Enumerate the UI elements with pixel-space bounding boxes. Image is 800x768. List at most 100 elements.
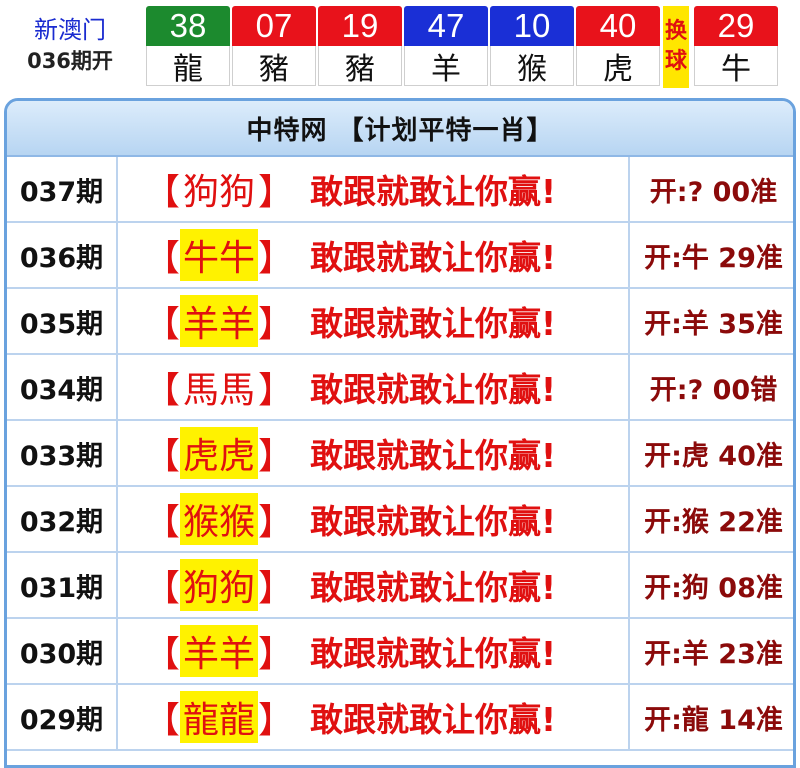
ball-number: 40	[576, 6, 660, 46]
swap-char-2: 球	[664, 49, 687, 74]
row-slogan: 敢跟就敢让你赢!	[310, 634, 557, 673]
bracket-close: 】	[258, 238, 295, 279]
row-pick: 猴猴	[180, 493, 259, 545]
special-ball: 29 牛	[694, 6, 778, 87]
row-pick: 龍龍	[180, 691, 259, 743]
row-result: 开:狗 08准	[644, 572, 783, 604]
row-pick: 狗狗	[183, 172, 256, 213]
bracket-open: 【	[144, 304, 181, 345]
bracket-open: 【	[144, 172, 181, 213]
row-prediction: 【猴猴】敢跟就敢让你赢!	[118, 487, 630, 551]
table-title: 中特网 【计划平特一肖】	[7, 101, 793, 157]
row-issue: 036期	[7, 223, 118, 287]
table-row: 030期【羊羊】敢跟就敢让你赢! 开:羊 23准	[7, 619, 793, 685]
row-result: 开:猴 22准	[644, 506, 783, 538]
row-pick: 羊羊	[180, 295, 259, 347]
bracket-open: 【	[144, 634, 181, 675]
bracket-close: 】	[258, 304, 295, 345]
row-slogan: 敢跟就敢让你赢!	[310, 700, 557, 739]
bracket-open: 【	[144, 568, 181, 609]
row-result: 开:羊 23准	[644, 638, 783, 670]
bracket-close: 】	[258, 568, 295, 609]
row-slogan: 敢跟就敢让你赢!	[310, 436, 557, 475]
row-pick: 虎虎	[180, 427, 259, 479]
table-row: 035期【羊羊】敢跟就敢让你赢! 开:羊 35准	[7, 289, 793, 355]
row-prediction: 【虎虎】敢跟就敢让你赢!	[118, 421, 630, 485]
draw-label: 新澳门 036期开	[4, 6, 136, 86]
row-result: 开:牛 29准	[644, 242, 783, 274]
table-row: 037期【狗狗】敢跟就敢让你赢! 开:? 00准	[7, 157, 793, 223]
prediction-table: 中特网 【计划平特一肖】 037期【狗狗】敢跟就敢让你赢! 开:? 00准 036期…	[4, 98, 796, 768]
row-slogan: 敢跟就敢让你赢!	[310, 238, 557, 277]
ball-4: 47 羊	[404, 6, 488, 87]
ball-number: 10	[490, 6, 574, 46]
swap-char-1: 换	[664, 19, 687, 44]
row-issue: 029期	[7, 685, 118, 749]
table-row: 031期【狗狗】敢跟就敢让你赢! 开:狗 08准	[7, 553, 793, 619]
row-slogan: 敢跟就敢让你赢!	[310, 370, 557, 409]
row-result: 开:虎 40准	[644, 440, 783, 472]
table-row: 029期【龍龍】敢跟就敢让你赢! 开:龍 14准	[7, 685, 793, 751]
ball-zodiac: 牛	[694, 46, 778, 87]
row-issue: 037期	[7, 157, 118, 221]
row-pick: 牛牛	[180, 229, 259, 281]
ball-number: 38	[146, 6, 230, 46]
row-prediction: 【馬馬】敢跟就敢让你赢!	[118, 355, 630, 419]
row-prediction: 【狗狗】敢跟就敢让你赢!	[118, 157, 630, 221]
row-prediction: 【狗狗】敢跟就敢让你赢!	[118, 553, 630, 617]
table-row: 036期【牛牛】敢跟就敢让你赢! 开:牛 29准	[7, 223, 793, 289]
row-issue: 031期	[7, 553, 118, 617]
bracket-open: 【	[144, 238, 181, 279]
bracket-close: 】	[258, 436, 295, 477]
swap-ball-label: 换 球	[663, 6, 689, 88]
bracket-close: 】	[258, 502, 295, 543]
table-row: 032期【猴猴】敢跟就敢让你赢! 开:猴 22准	[7, 487, 793, 553]
row-slogan: 敢跟就敢让你赢!	[310, 304, 557, 343]
row-prediction: 【羊羊】敢跟就敢让你赢!	[118, 619, 630, 683]
bracket-open: 【	[144, 700, 181, 741]
ball-zodiac: 虎	[576, 46, 660, 87]
row-issue: 033期	[7, 421, 118, 485]
ball-number: 07	[232, 6, 316, 46]
draw-issue: 036期开	[27, 49, 113, 73]
row-pick: 狗狗	[180, 559, 259, 611]
bracket-close: 】	[258, 700, 295, 741]
ball-zodiac: 羊	[404, 46, 488, 87]
ball-number: 47	[404, 6, 488, 46]
draw-result-header: 新澳门 036期开 38 龍 07 豬 19 豬 47 羊 10 猴 40 虎 …	[0, 0, 800, 92]
row-pick: 羊羊	[180, 625, 259, 677]
bracket-open: 【	[144, 436, 181, 477]
ball-zodiac: 豬	[232, 46, 316, 87]
row-slogan: 敢跟就敢让你赢!	[310, 172, 557, 211]
row-slogan: 敢跟就敢让你赢!	[310, 568, 557, 607]
table-rows: 037期【狗狗】敢跟就敢让你赢! 开:? 00准 036期【牛牛】敢跟就敢让你赢! 开…	[7, 157, 793, 751]
ball-number: 19	[318, 6, 402, 46]
ball-zodiac: 龍	[146, 46, 230, 87]
bracket-close: 】	[258, 634, 295, 675]
bracket-open: 【	[144, 370, 181, 411]
site-name: 新澳门	[34, 16, 106, 44]
row-prediction: 【羊羊】敢跟就敢让你赢!	[118, 289, 630, 353]
table-row: 033期【虎虎】敢跟就敢让你赢! 开:虎 40准	[7, 421, 793, 487]
ball-3: 19 豬	[318, 6, 402, 87]
row-issue: 034期	[7, 355, 118, 419]
table-row: 034期【馬馬】敢跟就敢让你赢! 开:? 00错	[7, 355, 793, 421]
ball-2: 07 豬	[232, 6, 316, 87]
row-slogan: 敢跟就敢让你赢!	[310, 502, 557, 541]
ball-6: 40 虎	[576, 6, 660, 87]
ball-1: 38 龍	[146, 6, 230, 87]
row-prediction: 【牛牛】敢跟就敢让你赢!	[118, 223, 630, 287]
ball-number: 29	[694, 6, 778, 46]
row-result: 开:? 00准	[649, 176, 778, 208]
row-result: 开:龍 14准	[644, 704, 783, 736]
row-result: 开:? 00错	[649, 374, 778, 406]
ball-zodiac: 豬	[318, 46, 402, 87]
row-issue: 035期	[7, 289, 118, 353]
row-result: 开:羊 35准	[644, 308, 783, 340]
row-issue: 032期	[7, 487, 118, 551]
bracket-close: 】	[258, 172, 295, 213]
bracket-close: 】	[258, 370, 295, 411]
ball-5: 10 猴	[490, 6, 574, 87]
row-issue: 030期	[7, 619, 118, 683]
bracket-open: 【	[144, 502, 181, 543]
